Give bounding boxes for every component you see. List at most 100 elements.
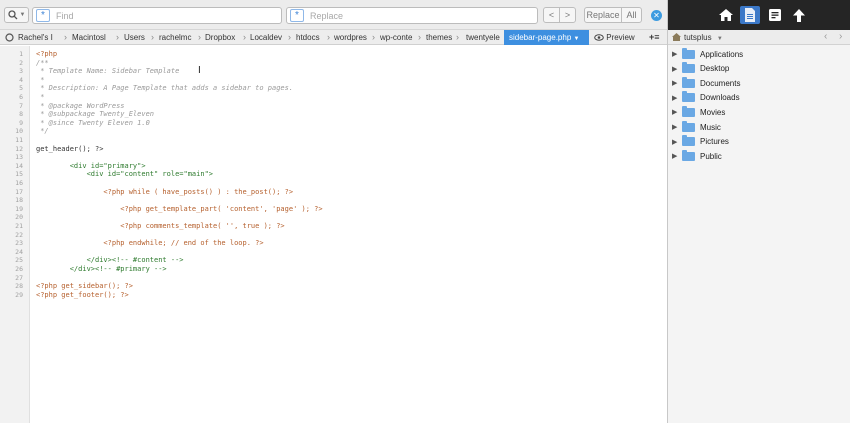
breadcrumb-item[interactable]: twentyele	[466, 30, 504, 45]
breadcrumb-item[interactable]: rachelmc	[159, 30, 196, 45]
line-number: 2	[19, 58, 23, 67]
line-number: 1	[19, 50, 23, 58]
line-number: 22	[15, 230, 23, 239]
replace-all-button[interactable]: All	[621, 7, 642, 23]
replace-placeholder: Replace	[310, 10, 344, 21]
current-file-tab[interactable]: sidebar-page.php ▼	[504, 30, 589, 45]
code-line: </div><!-- #primary -->	[36, 265, 167, 273]
folder-label: Pictures	[700, 137, 729, 147]
folder-icon	[682, 62, 695, 74]
eye-icon	[594, 34, 604, 42]
folder-item-desktop[interactable]: ▶ Desktop	[672, 62, 848, 76]
breadcrumb-item[interactable]: Rachel's I	[18, 30, 62, 45]
code-line: <?php get_sidebar(); ?>	[36, 282, 133, 291]
home-icon[interactable]	[716, 6, 736, 24]
replace-button[interactable]: Replace	[584, 7, 622, 23]
folder-item-applications[interactable]: ▶ Applications	[672, 47, 848, 61]
line-number: 29	[15, 290, 23, 299]
folder-label: Documents	[700, 78, 741, 88]
find-next-button[interactable]: >	[559, 7, 576, 23]
breadcrumb-item[interactable]: Localdev	[250, 30, 286, 45]
find-input[interactable]: * Find	[32, 7, 282, 24]
code-line: <?php	[36, 50, 58, 58]
code-area[interactable]: <?php/** * Template Name: Sidebar Templa…	[36, 46, 664, 423]
find-previous-button[interactable]: <	[543, 7, 560, 23]
breadcrumb-item[interactable]: wp-conte	[380, 30, 416, 45]
code-line: */	[36, 127, 49, 136]
line-number: 6	[19, 93, 23, 101]
line-number: 25	[15, 256, 23, 265]
disclosure-triangle-icon[interactable]: ▶	[672, 123, 682, 131]
code-line: </div><!-- #content -->	[36, 256, 184, 265]
code-line: * Description: A Page Template that adds…	[36, 84, 294, 93]
code-line: <?php endwhile; // end of the loop. ?>	[36, 239, 264, 248]
line-number: 3	[19, 67, 23, 76]
folder-item-documents[interactable]: ▶ Documents	[672, 76, 848, 90]
breadcrumb-item[interactable]: Dropbox	[205, 30, 241, 45]
chevron-right-icon: ›	[456, 32, 459, 42]
folder-icon	[682, 47, 695, 59]
disclosure-triangle-icon[interactable]: ▶	[672, 138, 682, 146]
disclosure-triangle-icon[interactable]: ▶	[672, 94, 682, 102]
line-number-gutter: 1 2 3 4 5 6 7 8 9 10 11 12 13 14 15 16 17 18 19 20 21 22 23 24 2…	[0, 46, 30, 423]
search-options-button[interactable]: ▼	[4, 7, 29, 23]
location-label: tutsplus	[684, 33, 712, 42]
folder-item-music[interactable]: ▶ Music	[672, 120, 848, 134]
code-line: *	[36, 93, 45, 101]
code-line: * Template Name: Sidebar Template	[36, 67, 180, 76]
document-icon[interactable]	[765, 6, 785, 24]
current-file-label: sidebar-page.php	[509, 33, 572, 42]
replace-input[interactable]: * Replace	[286, 7, 538, 24]
line-number: 26	[15, 265, 23, 273]
line-number: 12	[15, 144, 23, 153]
line-number: 20	[15, 213, 23, 222]
folder-item-downloads[interactable]: ▶ Downloads	[672, 91, 848, 105]
location-dropdown[interactable]: tutsplus ▼	[684, 30, 723, 45]
line-number: 24	[15, 247, 23, 256]
close-icon[interactable]: ✕	[651, 10, 662, 21]
upload-arrow-icon[interactable]	[789, 6, 809, 24]
breadcrumb-item[interactable]: themes	[426, 30, 453, 45]
chevron-right-icon: ›	[151, 32, 154, 42]
preview-label: Preview	[606, 33, 635, 42]
files-icon[interactable]	[740, 6, 760, 24]
disclosure-triangle-icon[interactable]: ▶	[672, 108, 682, 116]
folder-icon	[682, 149, 695, 161]
code-line: * @subpackage Twenty_Eleven	[36, 110, 155, 119]
folder-icon	[682, 135, 695, 147]
folder-icon	[682, 91, 695, 103]
code-line: <?php get_footer(); ?>	[36, 290, 129, 299]
folder-label: Applications	[700, 49, 744, 59]
line-number: 18	[15, 196, 23, 205]
line-number: 23	[15, 239, 23, 248]
editor-pane: ▼ * Find * Replace < > Replace All ✕ Rac…	[0, 0, 667, 423]
breadcrumb-item[interactable]: wordpres	[334, 30, 371, 45]
breadcrumb-item[interactable]: Users	[124, 30, 154, 45]
code-line: *	[36, 75, 45, 84]
add-list-icon[interactable]: +≡	[649, 30, 665, 45]
back-button[interactable]: ‹	[824, 30, 827, 44]
disclosure-triangle-icon[interactable]: ▶	[672, 50, 682, 58]
preview-button[interactable]: Preview	[594, 30, 639, 45]
folder-item-public[interactable]: ▶ Public	[672, 149, 848, 163]
line-number: 15	[15, 170, 23, 179]
breadcrumb-item[interactable]: Macintosl	[72, 30, 114, 45]
file-browser-pane: tutsplus ▼ ‹ › ▶ Applications ▶ Desktop ▶ Doc…	[667, 0, 850, 423]
line-number: 19	[15, 204, 23, 213]
disclosure-triangle-icon[interactable]: ▶	[672, 152, 682, 160]
folder-item-pictures[interactable]: ▶ Pictures	[672, 135, 848, 149]
history-icon[interactable]	[5, 30, 15, 45]
disclosure-triangle-icon[interactable]: ▶	[672, 65, 682, 73]
disclosure-triangle-icon[interactable]: ▶	[672, 79, 682, 87]
chevron-right-icon: ›	[288, 32, 291, 42]
chevron-down-icon: ▼	[573, 36, 580, 42]
forward-button[interactable]: ›	[839, 30, 842, 44]
breadcrumb-item[interactable]: htdocs	[296, 30, 326, 45]
folder-icon	[682, 76, 695, 88]
code-line: <?php comments_template( '', true ); ?>	[36, 222, 285, 230]
line-number: 9	[19, 118, 23, 127]
search-icon	[7, 10, 17, 20]
folder-item-movies[interactable]: ▶ Movies	[672, 105, 848, 119]
chevron-right-icon: ›	[64, 32, 67, 42]
chevron-right-icon: ›	[243, 32, 246, 42]
